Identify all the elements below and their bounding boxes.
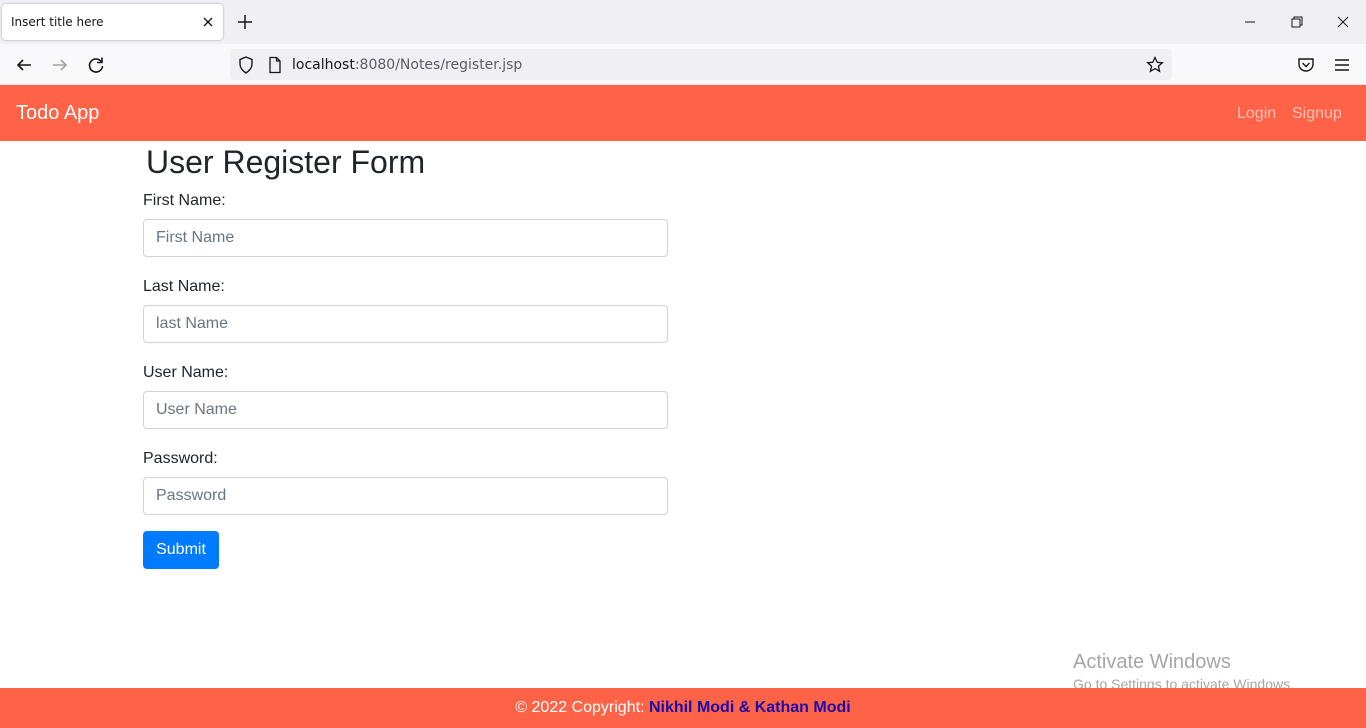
activate-windows-title: Activate Windows: [1073, 651, 1231, 673]
brand-link[interactable]: Todo App: [16, 102, 99, 125]
first-name-label: First Name:: [143, 192, 226, 209]
submit-button[interactable]: Submit: [143, 531, 219, 569]
menu-icon[interactable]: [1331, 54, 1353, 76]
footer-authors: Nikhil Modi & Kathan Modi: [648, 699, 851, 716]
page-icon[interactable]: [265, 55, 285, 75]
first-name-input[interactable]: [143, 219, 668, 257]
back-icon[interactable]: [13, 54, 35, 76]
forward-icon[interactable]: [49, 54, 71, 76]
url-bar[interactable]: localhost:8080/Notes/register.jsp: [230, 49, 1172, 80]
user-name-input[interactable]: [143, 391, 668, 429]
minimize-icon[interactable]: [1240, 12, 1260, 32]
close-tab-icon[interactable]: [199, 13, 217, 31]
password-label: Password:: [143, 450, 218, 467]
app-navbar: Todo App Login Signup: [0, 85, 1366, 141]
browser-tab[interactable]: Insert title here: [2, 4, 223, 40]
reload-icon[interactable]: [85, 54, 107, 76]
footer-copyright: © 2022 Copyright:: [515, 699, 649, 716]
shield-icon[interactable]: [236, 55, 256, 75]
user-name-label: User Name:: [143, 364, 229, 381]
login-link[interactable]: Login: [1237, 105, 1276, 123]
last-name-label: Last Name:: [143, 278, 225, 295]
bookmark-star-icon[interactable]: [1145, 55, 1165, 75]
last-name-input[interactable]: [143, 305, 668, 343]
new-tab-icon[interactable]: [234, 11, 256, 33]
url-text[interactable]: localhost:8080/Notes/register.jsp: [292, 57, 522, 73]
footer: © 2022 Copyright: Nikhil Modi & Kathan M…: [0, 688, 1366, 728]
page-title: User Register Form: [146, 144, 426, 180]
close-window-icon[interactable]: [1333, 12, 1353, 32]
restore-icon[interactable]: [1287, 12, 1307, 32]
tab-title: Insert title here: [11, 15, 104, 29]
browser-toolbar: localhost:8080/Notes/register.jsp: [0, 44, 1366, 85]
browser-tab-bar: Insert title here: [0, 0, 1366, 44]
signup-link[interactable]: Signup: [1292, 105, 1342, 123]
password-input[interactable]: [143, 477, 668, 515]
pocket-icon[interactable]: [1295, 54, 1317, 76]
